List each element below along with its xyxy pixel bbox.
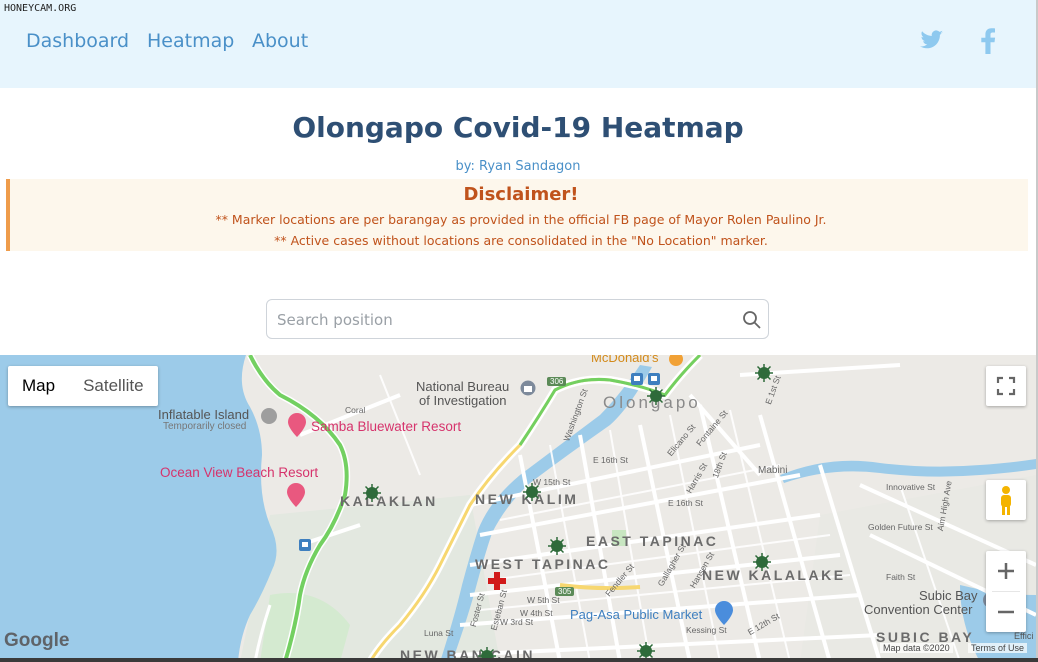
search-icon[interactable] (742, 310, 762, 330)
nav-about-link[interactable]: About (252, 30, 308, 52)
route-306-shield: 306 (547, 377, 567, 386)
map-type-control: Map Satellite (8, 366, 158, 406)
inflatable-island-label[interactable]: Inflatable Island (158, 407, 249, 422)
subic-bay-convention-center-label-1[interactable]: Subic Bay (919, 588, 978, 603)
market-pin-icon[interactable] (714, 601, 734, 625)
innovative-street-label: Innovative St (886, 482, 936, 492)
zoom-control (986, 551, 1026, 632)
pegman-icon (1001, 486, 1011, 515)
fullscreen-button[interactable] (986, 366, 1026, 406)
subic-bay-convention-center-label-2[interactable]: Convention Center (864, 602, 972, 617)
east-tapinac-district-label: EAST TAPINAC (586, 533, 719, 549)
mcdonalds-label[interactable]: McDonald's (591, 355, 659, 365)
nav-heatmap-link[interactable]: Heatmap (147, 30, 234, 52)
covid-case-marker[interactable] (363, 484, 381, 502)
top-navbar: Dashboard Heatmap About (0, 0, 1036, 88)
watermark-text: HONEYCAM.ORG (4, 3, 77, 14)
west-tapinac-district-label: WEST TAPINAC (475, 556, 611, 572)
ocean-view-beach-resort-label[interactable]: Ocean View Beach Resort (160, 465, 318, 480)
pag-asa-public-market-label[interactable]: Pag-Asa Public Market (570, 607, 702, 622)
faith-street-label: Faith St (886, 572, 916, 582)
covid-case-marker[interactable] (647, 387, 665, 405)
twitter-icon[interactable] (920, 28, 946, 54)
search-box (266, 299, 769, 339)
inflatable-island-status: Temporarily closed (163, 421, 247, 432)
hospital-cross-icon[interactable] (487, 571, 507, 591)
covid-case-marker[interactable] (523, 483, 541, 501)
golden-future-street-label: Golden Future St (868, 522, 933, 532)
government-building-icon[interactable] (520, 380, 536, 396)
fullscreen-icon (996, 376, 1016, 396)
search-input[interactable] (277, 308, 717, 332)
nbi-label-2[interactable]: of Investigation (419, 393, 506, 408)
nbi-label-1[interactable]: National Bureau (416, 379, 509, 394)
samba-bluewater-resort-label[interactable]: Samba Bluewater Resort (311, 419, 461, 434)
street-label: Luna St (424, 628, 454, 638)
bus-stop-icon[interactable] (299, 539, 311, 551)
street-label: Kessing St (686, 625, 727, 635)
resort-pin-icon[interactable] (286, 483, 306, 507)
covid-case-marker[interactable] (548, 537, 566, 555)
plus-icon (998, 563, 1014, 579)
bus-stop-icon[interactable] (648, 373, 660, 385)
coral-street-label: Coral (345, 405, 366, 415)
new-kalalake-district-label: NEW KALALAKE (702, 567, 846, 583)
zoom-in-button[interactable] (986, 551, 1026, 591)
restaurant-pin-icon[interactable] (668, 355, 684, 368)
map-type-satellite-button[interactable]: Satellite (69, 366, 157, 406)
map-data-attribution: Map data ©2020 (880, 643, 953, 653)
facebook-icon[interactable] (980, 28, 1006, 54)
window-bottom-edge (0, 658, 1038, 662)
bus-stop-icon[interactable] (631, 373, 643, 385)
street-label: W 3rd St (500, 617, 534, 627)
covid-case-marker[interactable] (755, 364, 773, 382)
street-view-pegman-button[interactable] (986, 480, 1026, 520)
page-title: Olongapo Covid-19 Heatmap (292, 111, 744, 144)
terms-of-use-link[interactable]: Terms of Use (968, 643, 1028, 653)
resort-pin-icon[interactable] (287, 413, 307, 437)
disclaimer-line-2: ** Active cases without locations are co… (274, 233, 768, 248)
street-label: W 5th St (527, 595, 560, 605)
efficiency-label: Effici (1014, 631, 1034, 641)
disclaimer-title: Disclaimer! (463, 184, 579, 205)
zoom-out-button[interactable] (986, 592, 1026, 632)
nav-dashboard-link[interactable]: Dashboard (26, 30, 129, 52)
street-label: E 16th St (593, 455, 628, 465)
disclaimer-box: Disclaimer! ** Marker locations are per … (6, 179, 1028, 251)
disclaimer-line-1: ** Marker locations are per barangay as … (215, 212, 827, 227)
map-type-map-button[interactable]: Map (8, 366, 69, 406)
street-label: E 16th St (668, 498, 703, 508)
covid-case-marker[interactable] (753, 553, 771, 571)
minus-icon (998, 610, 1014, 614)
kalaklan-district-label: KALAKLAN (340, 493, 438, 509)
author-byline[interactable]: by: Ryan Sandagon (0, 159, 1036, 174)
google-logo[interactable]: Google (4, 630, 69, 652)
leisure-pin-icon[interactable] (260, 407, 278, 425)
mabini-label: Mabini (758, 465, 788, 476)
